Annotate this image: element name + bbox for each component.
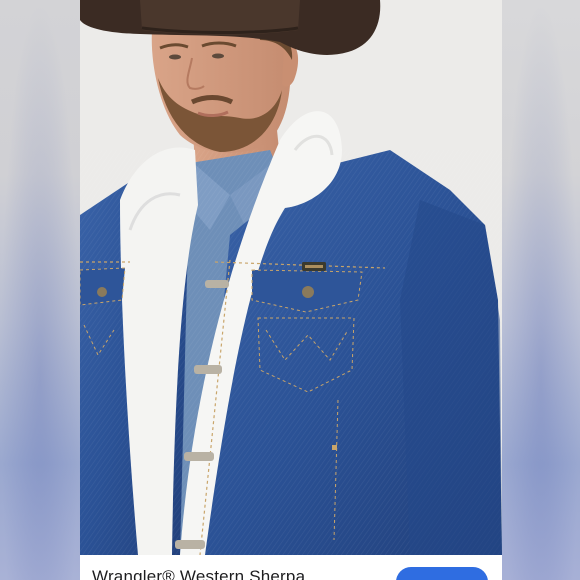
primary-action-button[interactable] (396, 567, 488, 580)
background-right-blur (502, 0, 580, 580)
product-title[interactable]: Wrangler® Western Sherpa (92, 567, 305, 580)
background-left-blur (0, 0, 80, 580)
pocket-button-right (302, 286, 314, 298)
product-info-bar: Wrangler® Western Sherpa (80, 555, 502, 580)
product-photo[interactable] (80, 0, 502, 555)
product-card[interactable]: Wrangler® Western Sherpa (80, 0, 502, 580)
